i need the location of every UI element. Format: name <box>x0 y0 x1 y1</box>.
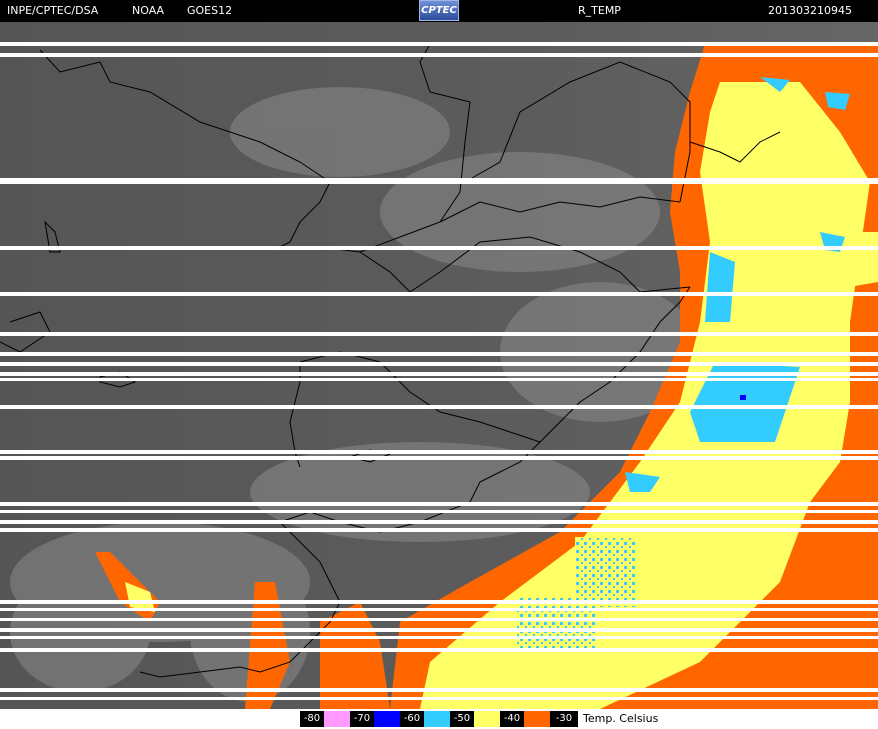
timestamp-label: 201303210945 <box>768 4 852 17</box>
legend-swatch-4 <box>524 711 550 727</box>
agency-label: NOAA <box>132 4 165 17</box>
legend-label-1: -70 <box>350 711 374 727</box>
legend-label-0: -80 <box>300 711 324 727</box>
cptec-logo: CPTEC <box>419 0 459 21</box>
source-label: INPE/CPTEC/DSA <box>7 4 99 17</box>
legend-swatch-2 <box>424 711 450 727</box>
legend-swatch-3 <box>474 711 500 727</box>
legend-swatch-1 <box>374 711 400 727</box>
satellite-map <box>0 22 878 709</box>
image-header: INPE/CPTEC/DSA NOAA GOES12 CPTEC R_TEMP … <box>0 0 878 22</box>
legend-label-2: -60 <box>400 711 424 727</box>
legend-label-4: -40 <box>500 711 524 727</box>
legend-unit: Temp. Celsius <box>583 712 659 725</box>
cold-spot <box>740 395 746 400</box>
legend-label-5: -30 <box>550 711 578 727</box>
legend-label-3: -50 <box>450 711 474 727</box>
temperature-legend: -80 -70 -60 -50 -40 -30 Temp. Celsius <box>0 709 878 729</box>
product-label: R_TEMP <box>578 4 621 17</box>
legend-swatch-0 <box>324 711 350 727</box>
satellite-label: GOES12 <box>187 4 233 17</box>
